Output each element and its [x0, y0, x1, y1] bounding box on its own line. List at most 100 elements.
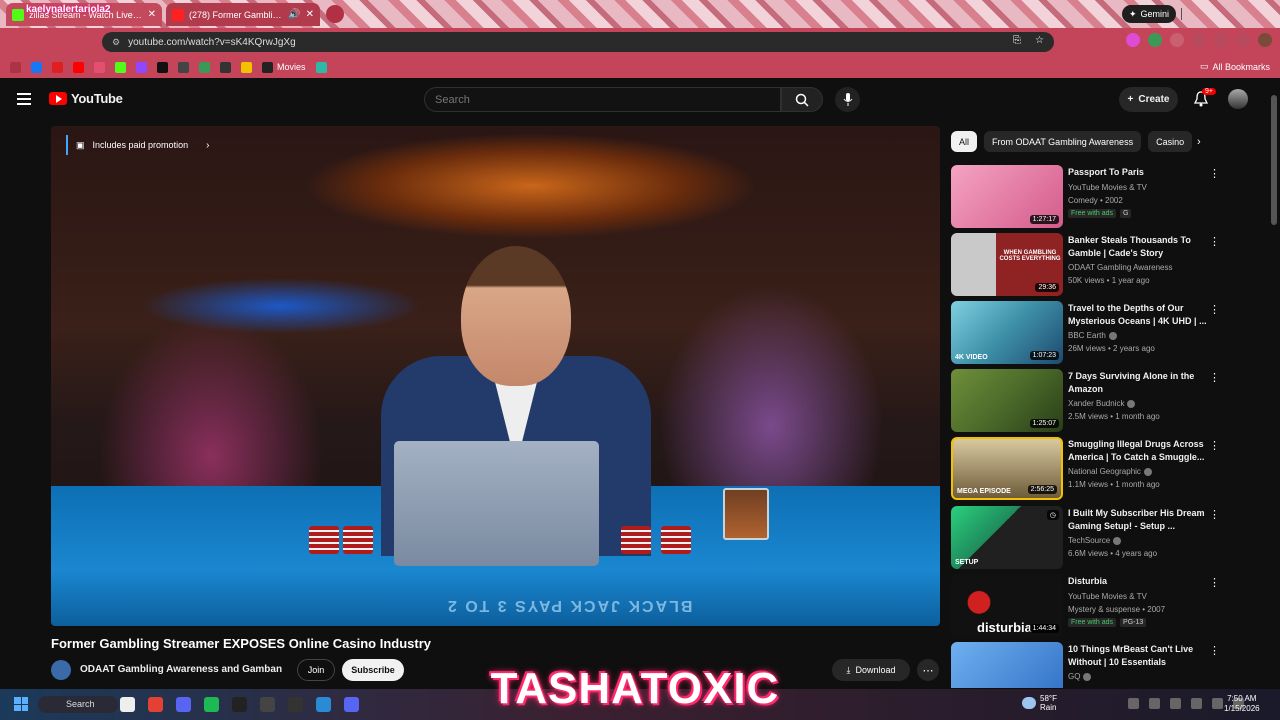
app-tray-icon[interactable]: [1149, 698, 1160, 709]
taskbar-search[interactable]: Search: [38, 696, 118, 713]
app-icon[interactable]: [260, 697, 275, 712]
obs-icon[interactable]: [232, 697, 247, 712]
bookmark-movies[interactable]: Movies: [262, 61, 306, 73]
recommendation-item[interactable]: SETUP ◷ I Built My Subscriber His Dream …: [951, 506, 1221, 570]
discord-icon[interactable]: [344, 697, 359, 712]
audio-icon[interactable]: 🔊: [288, 9, 300, 20]
bookmark-star-icon[interactable]: ☆: [1035, 35, 1044, 46]
recommendation-title[interactable]: 10 Things MrBeast Can't Live Without | 1…: [1068, 643, 1208, 669]
notes-icon[interactable]: [316, 697, 331, 712]
video-thumbnail[interactable]: MEGA EPISODE 2:56:25: [951, 437, 1063, 500]
bookmark-icon[interactable]: [315, 61, 327, 73]
github-icon[interactable]: [288, 697, 303, 712]
new-tab-button[interactable]: [326, 5, 344, 23]
volume-icon[interactable]: [1191, 698, 1202, 709]
recommendation-title[interactable]: Smuggling Illegal Drugs Across America |…: [1068, 438, 1208, 464]
recommendation-item[interactable]: MEGA EPISODE 2:56:25 Smuggling Illegal D…: [951, 437, 1221, 501]
bookmark-icon[interactable]: [199, 61, 210, 73]
recommendation-title[interactable]: Travel to the Depths of Our Mysterious O…: [1068, 302, 1208, 328]
chevron-up-icon[interactable]: [1128, 698, 1139, 709]
page-scrollbar[interactable]: [1271, 95, 1277, 225]
recommendation-title[interactable]: Disturbia: [1068, 575, 1208, 588]
bookmark-icon[interactable]: [52, 61, 63, 73]
weather-widget[interactable]: 58°F Rain: [1022, 694, 1057, 712]
extension-icon[interactable]: [1192, 33, 1206, 47]
chip-all[interactable]: All: [951, 131, 978, 152]
recommendation-title[interactable]: 7 Days Surviving Alone in the Amazon: [1068, 370, 1208, 396]
extension-icon[interactable]: [1170, 33, 1184, 47]
more-options-icon[interactable]: ⋮: [1209, 644, 1220, 657]
chip-from-channel[interactable]: From ODAAT Gambling Awareness: [984, 131, 1142, 152]
account-avatar[interactable]: [1228, 89, 1248, 109]
chevron-right-icon[interactable]: ›: [1197, 136, 1201, 148]
recommendation-channel[interactable]: TechSource: [1068, 536, 1122, 545]
kick-bookmark-icon[interactable]: [115, 61, 126, 73]
more-actions-button[interactable]: ⋯: [917, 659, 939, 681]
chrome-icon[interactable]: [148, 697, 163, 712]
profile-avatar[interactable]: [1258, 33, 1272, 47]
address-bar[interactable]: ⚙ youtube.com/watch?v=sK4KQrwJgXg: [102, 32, 1054, 52]
youtube-bookmark-icon[interactable]: [73, 61, 84, 73]
recommendation-channel[interactable]: YouTube Movies & TV: [1068, 592, 1147, 601]
youtube-logo[interactable]: YouTube: [49, 91, 123, 106]
extension-icon[interactable]: [1126, 33, 1140, 47]
recommendation-channel[interactable]: ODAAT Gambling Awareness: [1068, 263, 1173, 272]
recommendation-item[interactable]: 1:27:17 Passport To Paris YouTube Movies…: [951, 165, 1221, 229]
more-options-icon[interactable]: ⋮: [1209, 235, 1220, 248]
recommendation-item[interactable]: WHEN GAMBLING COSTS EVERYTHING 29:36 Ban…: [951, 233, 1221, 297]
browser-tab-youtube[interactable]: (278) Former Gambling Str 🔊 ✕: [166, 3, 320, 26]
video-thumbnail[interactable]: 1:25:07: [951, 369, 1063, 432]
bookmark-icon[interactable]: [94, 61, 105, 73]
recommendation-title[interactable]: Passport To Paris: [1068, 166, 1208, 179]
more-options-icon[interactable]: ⋮: [1209, 439, 1220, 452]
site-info-icon[interactable]: ⚙: [112, 37, 120, 48]
bookmark-icon[interactable]: [241, 61, 252, 73]
file-icon[interactable]: [120, 697, 135, 712]
windows-start-icon[interactable]: [14, 697, 28, 711]
recommendation-title[interactable]: Banker Steals Thousands To Gamble | Cade…: [1068, 234, 1208, 260]
recommendation-channel[interactable]: YouTube Movies & TV: [1068, 183, 1147, 192]
create-button[interactable]: + Create: [1119, 87, 1178, 112]
more-options-icon[interactable]: ⋮: [1209, 576, 1220, 589]
paid-promotion-banner[interactable]: ▣ Includes paid promotion ›: [66, 135, 217, 155]
more-options-icon[interactable]: ⋮: [1209, 303, 1220, 316]
apps-icon[interactable]: [10, 61, 21, 73]
recommendation-title[interactable]: I Built My Subscriber His Dream Gaming S…: [1068, 507, 1208, 533]
video-thumbnail[interactable]: 4K VIDEO 1:07:23: [951, 301, 1063, 364]
close-icon[interactable]: ✕: [148, 9, 156, 20]
more-options-icon[interactable]: ⋮: [1209, 167, 1220, 180]
recommendation-item[interactable]: 4K VIDEO 1:07:23 Travel to the Depths of…: [951, 301, 1221, 365]
watch-later-icon[interactable]: ◷: [1046, 510, 1059, 520]
bookmark-icon[interactable]: [178, 61, 189, 73]
system-clock[interactable]: 7:50 AM 1/15/2026: [1224, 694, 1260, 714]
x-icon[interactable]: [157, 61, 168, 73]
spotify-icon[interactable]: [204, 697, 219, 712]
subscribe-button[interactable]: Subscribe: [342, 659, 404, 681]
more-options-icon[interactable]: ⋮: [1209, 371, 1220, 384]
back-button[interactable]: [58, 34, 74, 50]
forward-button[interactable]: [82, 34, 98, 50]
all-bookmarks[interactable]: ▭ All Bookmarks: [1200, 61, 1270, 72]
video-player[interactable]: BLACK JACK PAYS 3 TO 2: [51, 126, 940, 626]
menu-icon[interactable]: [17, 93, 31, 105]
channel-avatar[interactable]: [51, 660, 71, 680]
bookmark-icon[interactable]: [220, 61, 231, 73]
search-button[interactable]: [781, 87, 823, 112]
video-thumbnail[interactable]: SETUP ◷: [951, 506, 1063, 569]
recommendation-item[interactable]: disturbia 1:44:34 Disturbia YouTube Movi…: [951, 574, 1221, 638]
close-icon[interactable]: ✕: [306, 9, 314, 20]
recommendation-channel[interactable]: Xander Budnick: [1068, 399, 1136, 408]
video-thumbnail[interactable]: [951, 642, 1063, 688]
extension-icon[interactable]: [1214, 33, 1228, 47]
video-thumbnail[interactable]: WHEN GAMBLING COSTS EVERYTHING 29:36: [951, 233, 1063, 296]
facebook-icon[interactable]: [31, 61, 42, 73]
install-icon[interactable]: ⎘: [1013, 35, 1021, 46]
extension-icon[interactable]: [1236, 33, 1250, 47]
discord-icon[interactable]: [176, 697, 191, 712]
voice-search-button[interactable]: [835, 87, 860, 112]
recommendation-channel[interactable]: GQ: [1068, 672, 1092, 681]
twitch-icon[interactable]: [136, 61, 147, 73]
recommendation-channel[interactable]: BBC Earth: [1068, 331, 1117, 340]
recommendation-item[interactable]: 1:25:07 7 Days Surviving Alone in the Am…: [951, 369, 1221, 433]
battery-icon[interactable]: [1212, 698, 1223, 709]
